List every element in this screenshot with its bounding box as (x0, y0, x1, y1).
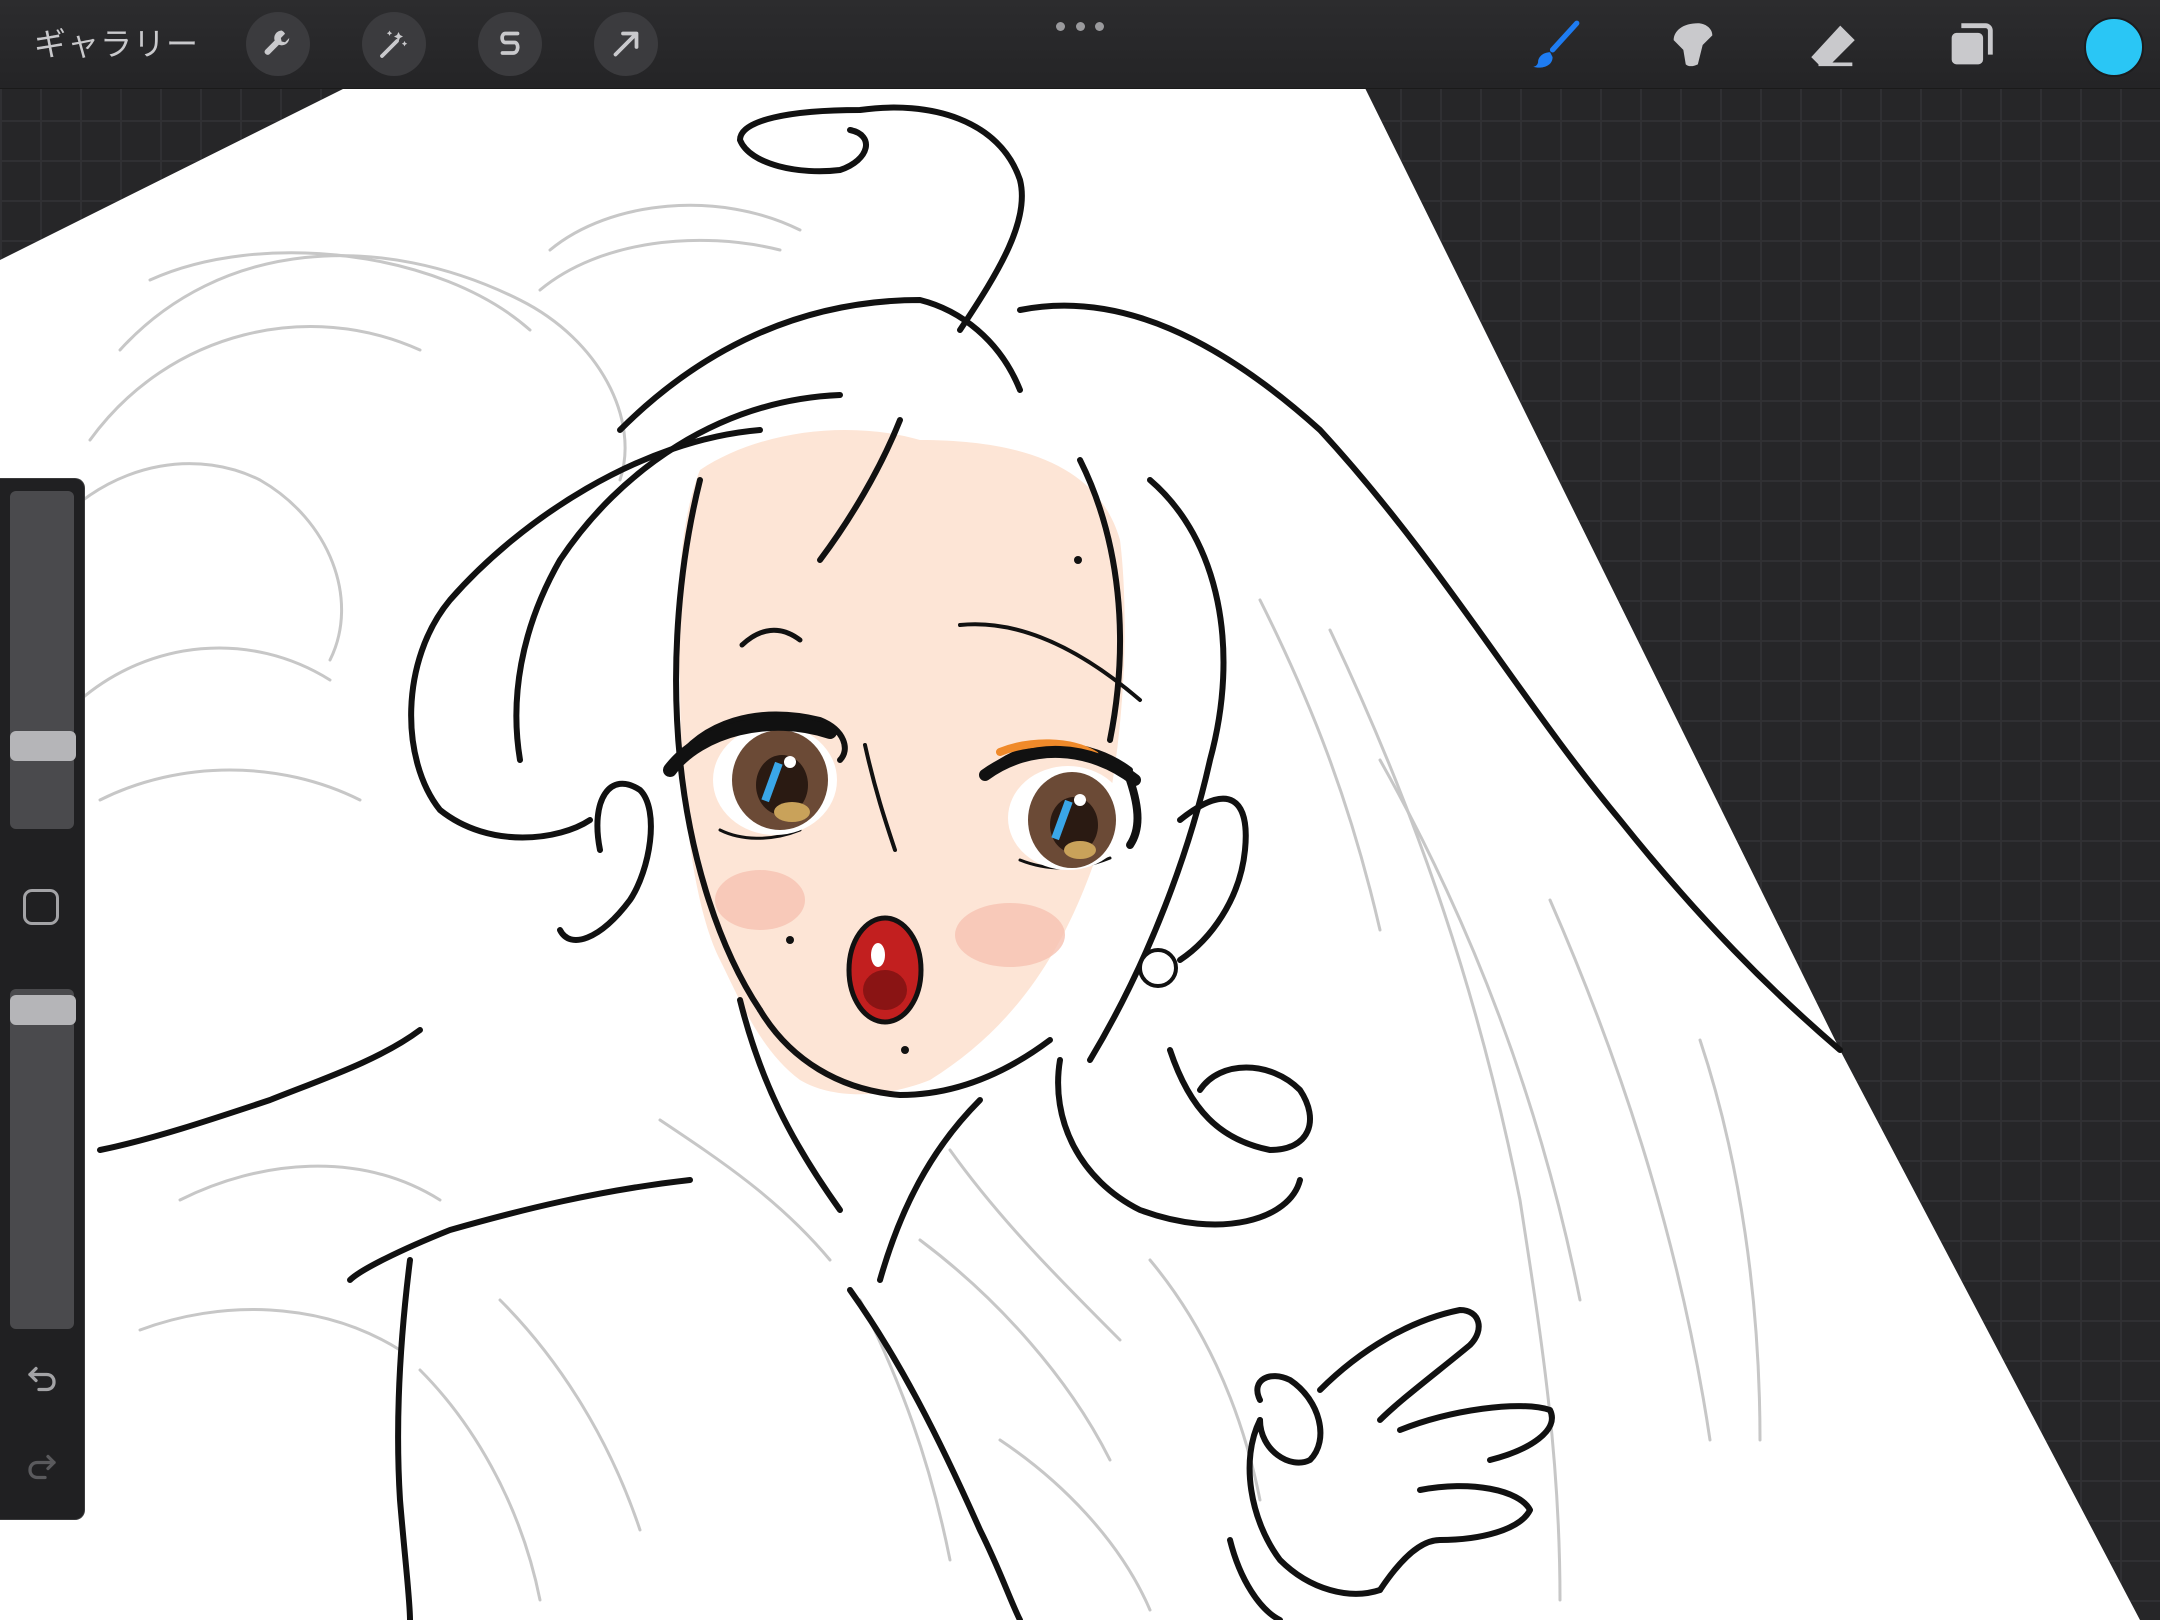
smudge-icon (1673, 23, 1713, 67)
layers-icon (1951, 23, 1993, 65)
opacity-slider[interactable] (10, 989, 74, 1329)
gallery-button[interactable]: ギャラリー (34, 20, 199, 68)
layers-button[interactable] (1938, 12, 2004, 78)
redo-icon (28, 1454, 56, 1480)
blush-left (715, 870, 805, 930)
top-toolbar: ギャラリー (0, 0, 2160, 89)
mole-forehead (1074, 556, 1082, 564)
color-picker-button[interactable] (2084, 17, 2144, 77)
earring (1138, 948, 1178, 988)
blush-right (955, 903, 1065, 967)
adjustments-button[interactable] (362, 12, 426, 76)
transform-arrow-icon (613, 31, 639, 57)
undo-icon (28, 1366, 56, 1392)
redo-button[interactable] (20, 1447, 64, 1487)
magic-wand-icon (380, 30, 408, 58)
modify-square-icon[interactable] (23, 889, 59, 925)
opacity-slider-thumb[interactable] (10, 995, 76, 1026)
undo-button[interactable] (20, 1359, 64, 1399)
brush-tool-button[interactable] (1522, 12, 1588, 78)
mouth (846, 915, 924, 1025)
mole-chin (901, 1046, 909, 1054)
mole-cheek (786, 936, 794, 944)
selection-s-icon (500, 31, 520, 55)
wrench-icon (264, 30, 290, 55)
eraser-icon (1811, 25, 1855, 67)
transform-button[interactable] (594, 12, 658, 76)
selection-button[interactable] (478, 12, 542, 76)
more-dots-icon[interactable] (1056, 18, 1104, 34)
left-sidebar (0, 478, 85, 1520)
eraser-tool-button[interactable] (1800, 12, 1866, 78)
brush-size-slider[interactable] (10, 491, 74, 829)
right-eye (1008, 766, 1128, 870)
brush-icon (1533, 20, 1580, 68)
actions-button[interactable] (246, 12, 310, 76)
drawing-canvas[interactable] (0, 0, 2160, 1620)
smudge-tool-button[interactable] (1660, 12, 1726, 78)
brush-size-slider-thumb[interactable] (10, 730, 76, 761)
left-eye (713, 725, 837, 835)
